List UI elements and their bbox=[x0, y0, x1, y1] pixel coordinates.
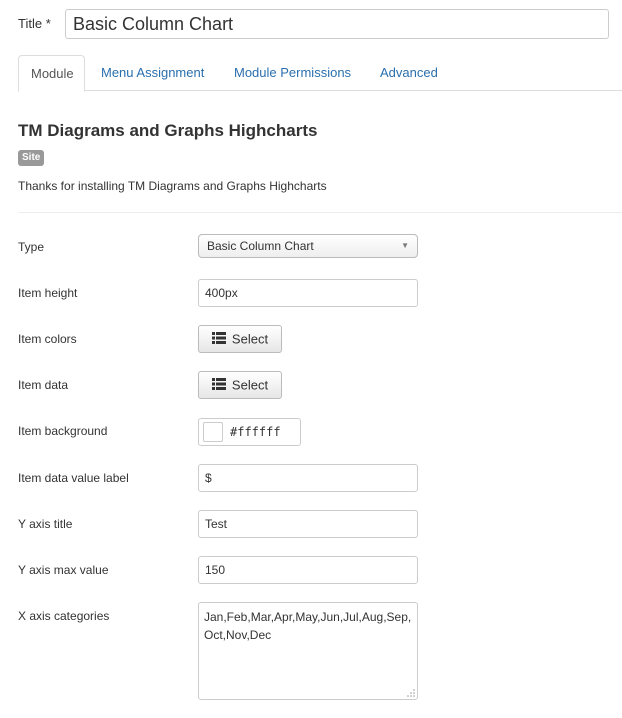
title-label: Title * bbox=[18, 16, 51, 31]
color-swatch[interactable] bbox=[203, 422, 223, 442]
item-data-label: Item data bbox=[18, 378, 69, 392]
item-colors-button-label: Select bbox=[231, 331, 269, 347]
tab-advanced[interactable]: Advanced bbox=[368, 55, 450, 91]
item-background-value: #ffffff bbox=[230, 425, 281, 439]
y-axis-title-label: Y axis title bbox=[18, 517, 73, 531]
item-colors-label: Item colors bbox=[18, 332, 77, 346]
resize-grip-icon[interactable] bbox=[407, 689, 415, 697]
item-background-color-field[interactable]: #ffffff bbox=[198, 418, 301, 446]
x-axis-categories-label: X axis categories bbox=[18, 609, 110, 623]
site-badge: Site bbox=[18, 150, 45, 166]
item-data-value-label-input[interactable] bbox=[198, 464, 418, 492]
y-axis-max-value-label: Y axis max value bbox=[18, 563, 109, 577]
item-height-input[interactable] bbox=[198, 279, 418, 307]
chevron-down-icon: ▼ bbox=[401, 241, 409, 250]
tab-module-permissions[interactable]: Module Permissions bbox=[222, 55, 363, 91]
module-title: TM Diagrams and Graphs Highcharts bbox=[18, 121, 318, 140]
type-label: Type bbox=[18, 240, 45, 254]
type-select[interactable]: Basic Column Chart ▼ bbox=[198, 234, 418, 258]
item-colors-select-button[interactable]: Select bbox=[198, 325, 282, 353]
item-background-label: Item background bbox=[18, 424, 108, 438]
y-axis-title-input[interactable] bbox=[198, 510, 418, 538]
x-axis-categories-value: Jan,Feb,Mar,Apr,May,Jun,Jul,Aug,Sep,Oct,… bbox=[204, 610, 412, 642]
list-icon bbox=[211, 332, 226, 345]
x-axis-categories-textarea[interactable]: Jan,Feb,Mar,Apr,May,Jun,Jul,Aug,Sep,Oct,… bbox=[198, 602, 418, 700]
module-description: Thanks for installing TM Diagrams and Gr… bbox=[18, 179, 327, 193]
item-data-select-button[interactable]: Select bbox=[198, 371, 282, 399]
tab-bar: Module Menu Assignment Module Permission… bbox=[18, 55, 622, 92]
list-icon bbox=[211, 378, 226, 391]
tab-menu-assignment[interactable]: Menu Assignment bbox=[89, 55, 216, 91]
item-data-value-label-label: Item data value label bbox=[18, 471, 129, 485]
type-select-value: Basic Column Chart bbox=[207, 239, 314, 253]
item-data-button-label: Select bbox=[231, 377, 269, 393]
item-height-label: Item height bbox=[18, 286, 78, 300]
divider bbox=[18, 212, 622, 213]
title-input[interactable] bbox=[65, 9, 609, 39]
y-axis-max-value-input[interactable] bbox=[198, 556, 418, 584]
tab-module[interactable]: Module bbox=[18, 55, 85, 92]
